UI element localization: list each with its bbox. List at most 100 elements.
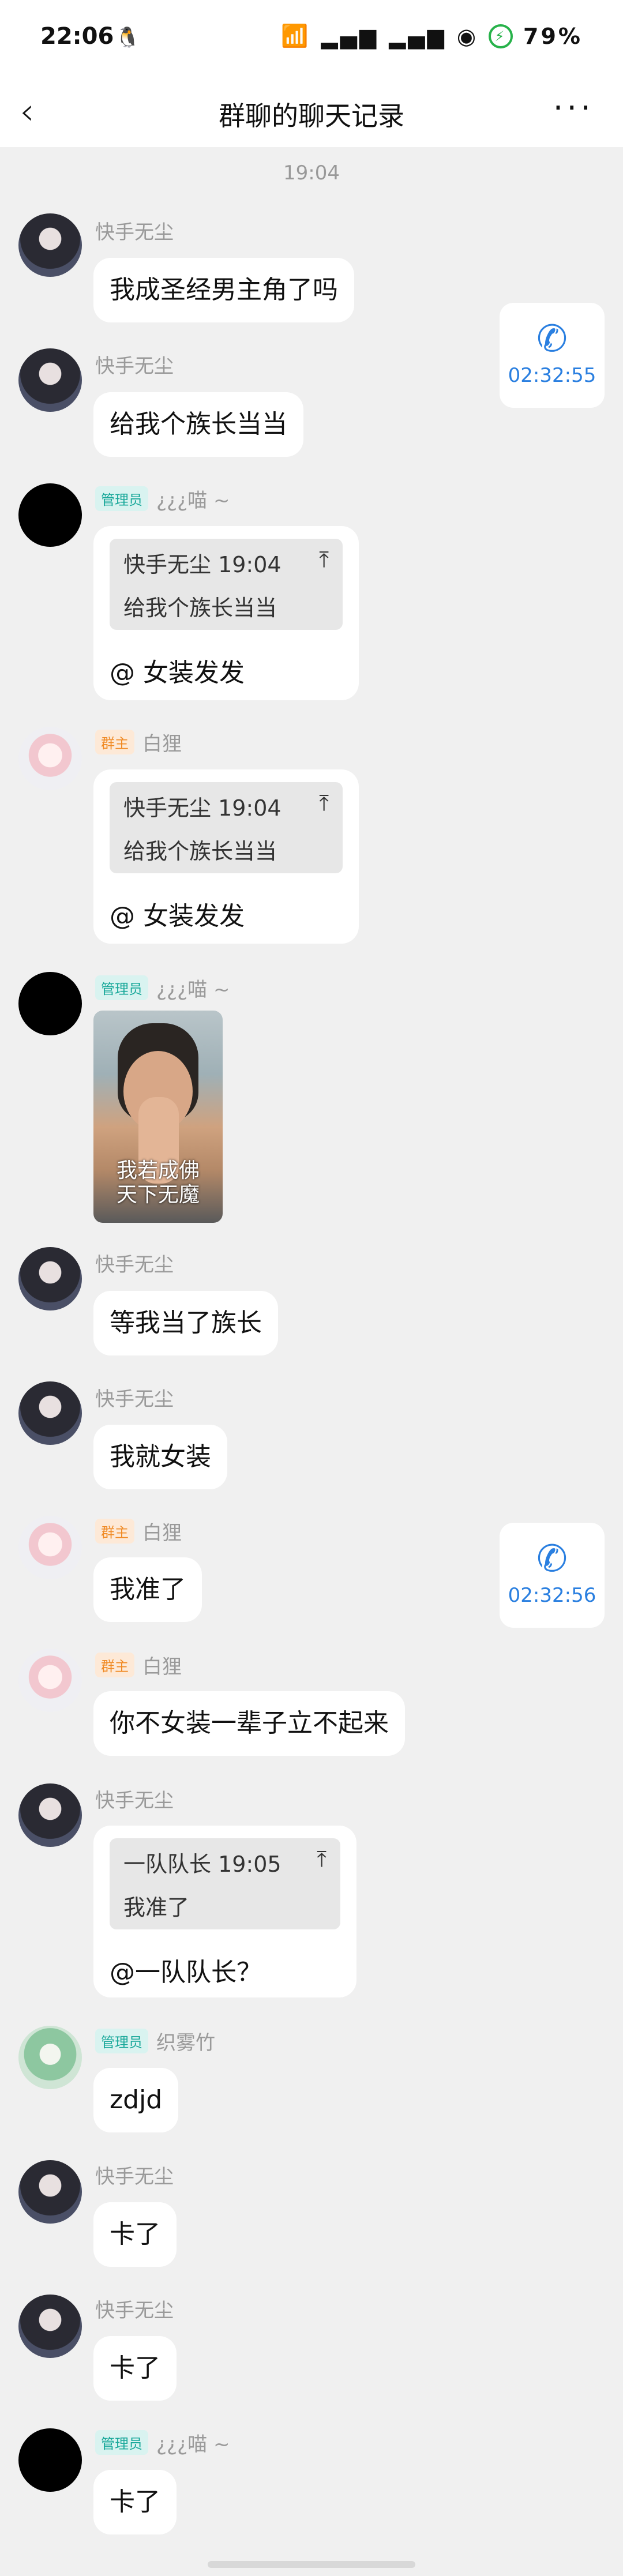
sender-name-text: ¿¿¿喵 ~ [156, 489, 230, 512]
sender-name: 快手无尘 [95, 216, 174, 245]
qq-notification-icon: 🐧 [115, 26, 140, 49]
avatar[interactable] [18, 1381, 82, 1445]
avatar[interactable] [18, 2428, 82, 2492]
sender-name: 快手无尘 [95, 350, 174, 378]
message-bubble[interactable]: zdjd [93, 2068, 179, 2132]
avatar[interactable] [18, 2295, 82, 2358]
message-text: @ 女装发发 [110, 902, 245, 931]
quote-body: 给我个族长当当 [123, 595, 277, 621]
avatar[interactable] [18, 2160, 82, 2224]
avatar[interactable] [18, 972, 82, 1035]
battery-percent: 79% [523, 23, 583, 49]
sender-name-text: ¿¿¿喵 ~ [156, 2433, 230, 2456]
quote-body: 我准了 [123, 1895, 190, 1920]
quote-body: 给我个族长当当 [123, 839, 277, 864]
sender-name-text: ¿¿¿喵 ~ [156, 978, 230, 1001]
avatar[interactable] [18, 1783, 82, 1847]
home-indicator[interactable] [208, 2561, 415, 2568]
message-bubble[interactable]: 等我当了族长 [93, 1291, 278, 1355]
more-options-icon[interactable]: ··· [553, 89, 594, 127]
message-bubble-with-quote[interactable]: 快手无尘 19:04 ⤒ 给我个族长当当 @ 女装发发 [93, 769, 359, 944]
message-text: 卡了 [110, 2487, 160, 2517]
message-bubble-with-quote[interactable]: 快手无尘 19:04 ⤒ 给我个族长当当 @ 女装发发 [93, 526, 359, 700]
sender-name-text: 白狸 [142, 1655, 182, 1678]
owner-badge: 群主 [95, 1519, 134, 1544]
avatar[interactable] [18, 213, 82, 277]
sender-name: 快手无尘 [95, 1785, 174, 1813]
status-time: 22:06 [40, 23, 114, 50]
sender-name-text: 快手无尘 [95, 221, 174, 244]
sender-name: 快手无尘 [95, 2295, 174, 2323]
sender-name: 管理员 织雾竹 [95, 2027, 215, 2055]
message-bubble[interactable]: 你不女装一辈子立不起来 [93, 1691, 405, 1756]
quoted-message[interactable]: 快手无尘 19:04 ⤒ 给我个族长当当 [110, 539, 343, 630]
voice-call-card[interactable]: ✆ 02:32:55 [500, 303, 605, 408]
message-bubble[interactable]: 我成圣经男主角了吗 [93, 258, 354, 322]
sender-name-text: 白狸 [142, 733, 182, 756]
avatar[interactable] [18, 1516, 82, 1579]
admin-badge: 管理员 [95, 975, 148, 1000]
message-bubble[interactable]: 卡了 [93, 2336, 177, 2401]
message-text: 我准了 [110, 1575, 186, 1604]
sender-name: 快手无尘 [95, 1383, 174, 1411]
message-text: zdjd [110, 2085, 163, 2115]
image-caption-line-2: 天下无魔 [116, 1183, 200, 1207]
quote-header: 快手无尘 19:04 [123, 552, 282, 577]
avatar[interactable] [18, 1649, 82, 1712]
wifi-icon: 📶 [281, 23, 311, 48]
admin-badge: 管理员 [95, 486, 148, 511]
sender-name: 管理员 ¿¿¿喵 ~ [95, 2428, 230, 2457]
avatar[interactable] [18, 483, 82, 547]
quote-header: 快手无尘 19:04 [123, 795, 282, 821]
top-nav-bar: ‹ 群聊的聊天记录 ··· [0, 78, 623, 147]
image-message[interactable]: 我若成佛 天下无魔 [93, 1011, 223, 1223]
status-bar: 22:06 🐧 📶 ▂▄▆ ▂▄▆ ◉ ⚡ 79% [0, 0, 623, 78]
sender-name-text: 快手无尘 [95, 1253, 174, 1276]
message-text: 卡了 [110, 2220, 160, 2249]
jump-to-quote-icon[interactable]: ⤒ [319, 547, 329, 579]
avatar[interactable] [18, 727, 82, 790]
message-bubble[interactable]: 我准了 [93, 1557, 202, 1622]
message-text: @ 女装发发 [110, 658, 245, 688]
sender-name-text: 快手无尘 [95, 1789, 174, 1812]
message-bubble-with-quote[interactable]: 一队队长 19:05 ⤒ 我准了 @一队队长？ [93, 1826, 356, 1997]
message-bubble[interactable]: 卡了 [93, 2202, 177, 2267]
chat-timestamp: 19:04 [283, 162, 340, 185]
admin-badge: 管理员 [95, 2029, 148, 2053]
quoted-message[interactable]: 一队队长 19:05 ⤒ 我准了 [110, 1838, 340, 1929]
message-bubble[interactable]: 我就女装 [93, 1425, 227, 1489]
owner-badge: 群主 [95, 730, 134, 754]
sender-name-text: 快手无尘 [95, 2299, 174, 2322]
message-bubble[interactable]: 给我个族长当当 [93, 392, 303, 457]
sender-name-text: 快手无尘 [95, 2165, 174, 2188]
avatar[interactable] [18, 348, 82, 412]
sender-name-text: 快手无尘 [95, 355, 174, 378]
sender-name: 快手无尘 [95, 2161, 174, 2189]
message-bubble[interactable]: 卡了 [93, 2470, 177, 2534]
quoted-message[interactable]: 快手无尘 19:04 ⤒ 给我个族长当当 [110, 782, 343, 873]
voice-call-card-2[interactable]: ✆ 02:32:56 [500, 1523, 605, 1628]
phone-icon: ✆ [536, 318, 568, 361]
jump-to-quote-icon[interactable]: ⤒ [319, 790, 329, 822]
avatar[interactable] [18, 1247, 82, 1310]
sender-name-text: 织雾竹 [156, 2031, 215, 2055]
sender-name-text: 白狸 [142, 1522, 182, 1545]
jump-to-quote-icon[interactable]: ⤒ [317, 1846, 326, 1878]
admin-badge: 管理员 [95, 2430, 148, 2455]
sender-name: 群主 白狸 [95, 728, 182, 756]
message-text: 给我个族长当当 [110, 410, 287, 439]
message-text: 我成圣经男主角了吗 [110, 275, 338, 305]
hotspot-icon: ◉ [456, 23, 479, 49]
avatar[interactable] [18, 2026, 82, 2089]
message-text: 我就女装 [110, 1442, 211, 1471]
signal-5g-icon-2: ▂▄▆ [389, 23, 446, 49]
message-text: 卡了 [110, 2353, 160, 2383]
phone-icon: ✆ [536, 1538, 568, 1580]
sender-name: 群主 白狸 [95, 1651, 182, 1679]
sender-name: 管理员 ¿¿¿喵 ~ [95, 485, 230, 513]
sender-name: 群主 白狸 [95, 1517, 182, 1545]
owner-badge: 群主 [95, 1653, 134, 1677]
sender-name-text: 快手无尘 [95, 1388, 174, 1411]
sender-name: 管理员 ¿¿¿喵 ~ [95, 974, 230, 1002]
status-icons: 📶 ▂▄▆ ▂▄▆ ◉ ⚡ 79% [281, 23, 583, 49]
